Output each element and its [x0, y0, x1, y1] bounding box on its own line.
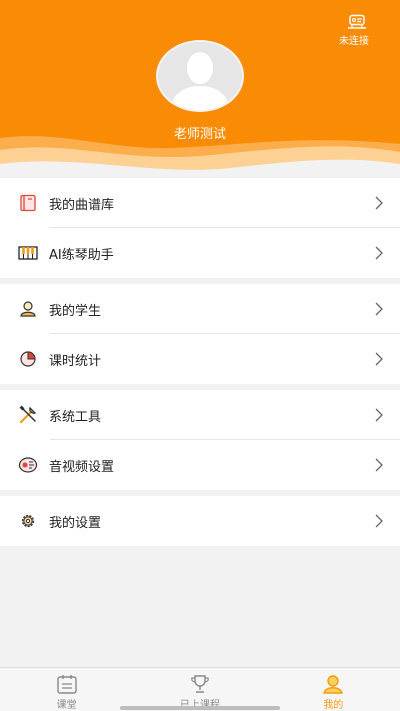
menu-item-lesson-stats[interactable]: 课时统计 — [0, 334, 400, 384]
chevron-right-icon — [375, 196, 383, 210]
chevron-right-icon — [375, 458, 383, 472]
menu-item-my-students[interactable]: 我的学生 — [0, 284, 400, 334]
chevron-right-icon — [375, 514, 383, 528]
tools-icon — [18, 405, 38, 425]
menu-group-library: 我的曲谱库 AI练琴助手 — [0, 178, 400, 278]
menu-item-label: 音视频设置 — [49, 459, 115, 475]
connection-status-button[interactable]: 未连接 — [339, 14, 374, 47]
avatar-placeholder-icon — [170, 52, 230, 110]
chevron-right-icon — [375, 246, 383, 260]
gear-icon — [18, 511, 38, 531]
bottom-tab-bar: 课堂 已上课程 我的 — [0, 667, 400, 711]
tab-label: 课堂 — [56, 700, 77, 711]
menu-item-media-settings[interactable]: 音视频设置 — [0, 440, 400, 490]
menu-item-label: 我的曲谱库 — [49, 197, 115, 213]
connection-status-label: 未连接 — [339, 36, 369, 47]
menu-item-label: AI练琴助手 — [49, 247, 114, 263]
menu-group-system: 系统工具 音视频设置 — [0, 390, 400, 490]
student-icon — [18, 299, 38, 319]
media-settings-icon — [18, 455, 38, 475]
username: 老师测试 — [173, 127, 226, 142]
tab-classroom[interactable]: 课堂 — [0, 668, 133, 711]
menu-item-ai-practice[interactable]: AI练琴助手 — [0, 228, 400, 278]
profile-icon — [323, 675, 344, 694]
piano-keys-icon — [18, 243, 38, 263]
menu-item-label: 系统工具 — [49, 409, 102, 425]
menu-group-settings: 我的设置 — [0, 496, 400, 546]
pie-chart-icon — [18, 349, 38, 369]
tab-label: 我的 — [323, 700, 344, 711]
menu-item-system-tools[interactable]: 系统工具 — [0, 390, 400, 440]
menu-item-label: 我的学生 — [49, 303, 102, 319]
chevron-right-icon — [375, 302, 383, 316]
music-library-icon — [18, 193, 38, 213]
calendar-icon — [56, 675, 77, 694]
profile-header: 未连接 老师测试 — [0, 0, 400, 180]
menu-item-my-settings[interactable]: 我的设置 — [0, 496, 400, 546]
menu-item-music-library[interactable]: 我的曲谱库 — [0, 178, 400, 228]
menu-item-label: 课时统计 — [49, 353, 102, 369]
menu-item-label: 我的设置 — [49, 515, 102, 531]
tab-completed-lessons[interactable]: 已上课程 — [133, 668, 266, 711]
trophy-icon — [191, 675, 209, 693]
chevron-right-icon — [375, 408, 383, 422]
device-icon — [348, 14, 366, 29]
avatar[interactable] — [156, 40, 244, 112]
menu-group-students: 我的学生 课时统计 — [0, 284, 400, 384]
chevron-right-icon — [375, 352, 383, 366]
tab-mine[interactable]: 我的 — [267, 668, 400, 711]
home-indicator[interactable] — [120, 706, 280, 710]
